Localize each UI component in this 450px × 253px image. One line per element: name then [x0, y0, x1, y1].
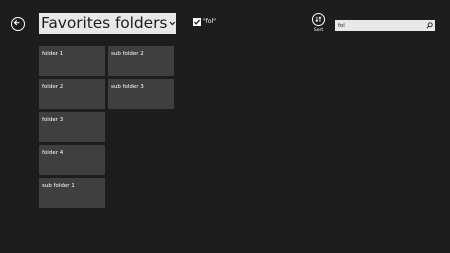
folder-tile[interactable]: sub folder 3 — [108, 79, 174, 109]
folder-tile[interactable]: folder 4 — [39, 145, 105, 175]
folder-tile-label: folder 1 — [42, 51, 64, 57]
search-box[interactable] — [335, 20, 435, 31]
checkmark-icon — [194, 19, 201, 25]
folder-tile-label: folder 4 — [42, 150, 64, 156]
sort-label: Sort — [313, 28, 324, 33]
folder-tile-label: folder 3 — [42, 117, 64, 123]
sort-button[interactable] — [312, 13, 325, 26]
arrow-left-icon — [13, 20, 20, 26]
folder-tile[interactable]: sub folder 1 — [39, 178, 105, 208]
folder-tile[interactable]: sub folder 2 — [108, 46, 174, 76]
back-button[interactable] — [11, 17, 25, 31]
chevron-down-icon — [169, 21, 176, 26]
folder-tile[interactable]: folder 2 — [39, 79, 105, 109]
folder-tile[interactable]: folder 1 — [39, 46, 105, 76]
folder-tile-label: sub folder 1 — [42, 183, 75, 189]
search-input[interactable] — [335, 20, 423, 31]
folder-tile-label: sub folder 2 — [111, 51, 144, 57]
page-title: Favorites folders — [41, 14, 168, 32]
folder-tile-label: folder 2 — [42, 84, 64, 90]
filter-checkbox[interactable] — [193, 18, 201, 26]
filter-label: "fol" — [203, 18, 216, 25]
folder-tile[interactable]: folder 3 — [39, 112, 105, 142]
page-title-dropdown[interactable]: Favorites folders — [39, 13, 176, 34]
folder-tile-label: sub folder 3 — [111, 84, 144, 90]
search-icon[interactable] — [426, 22, 433, 29]
sort-icon — [315, 16, 322, 23]
